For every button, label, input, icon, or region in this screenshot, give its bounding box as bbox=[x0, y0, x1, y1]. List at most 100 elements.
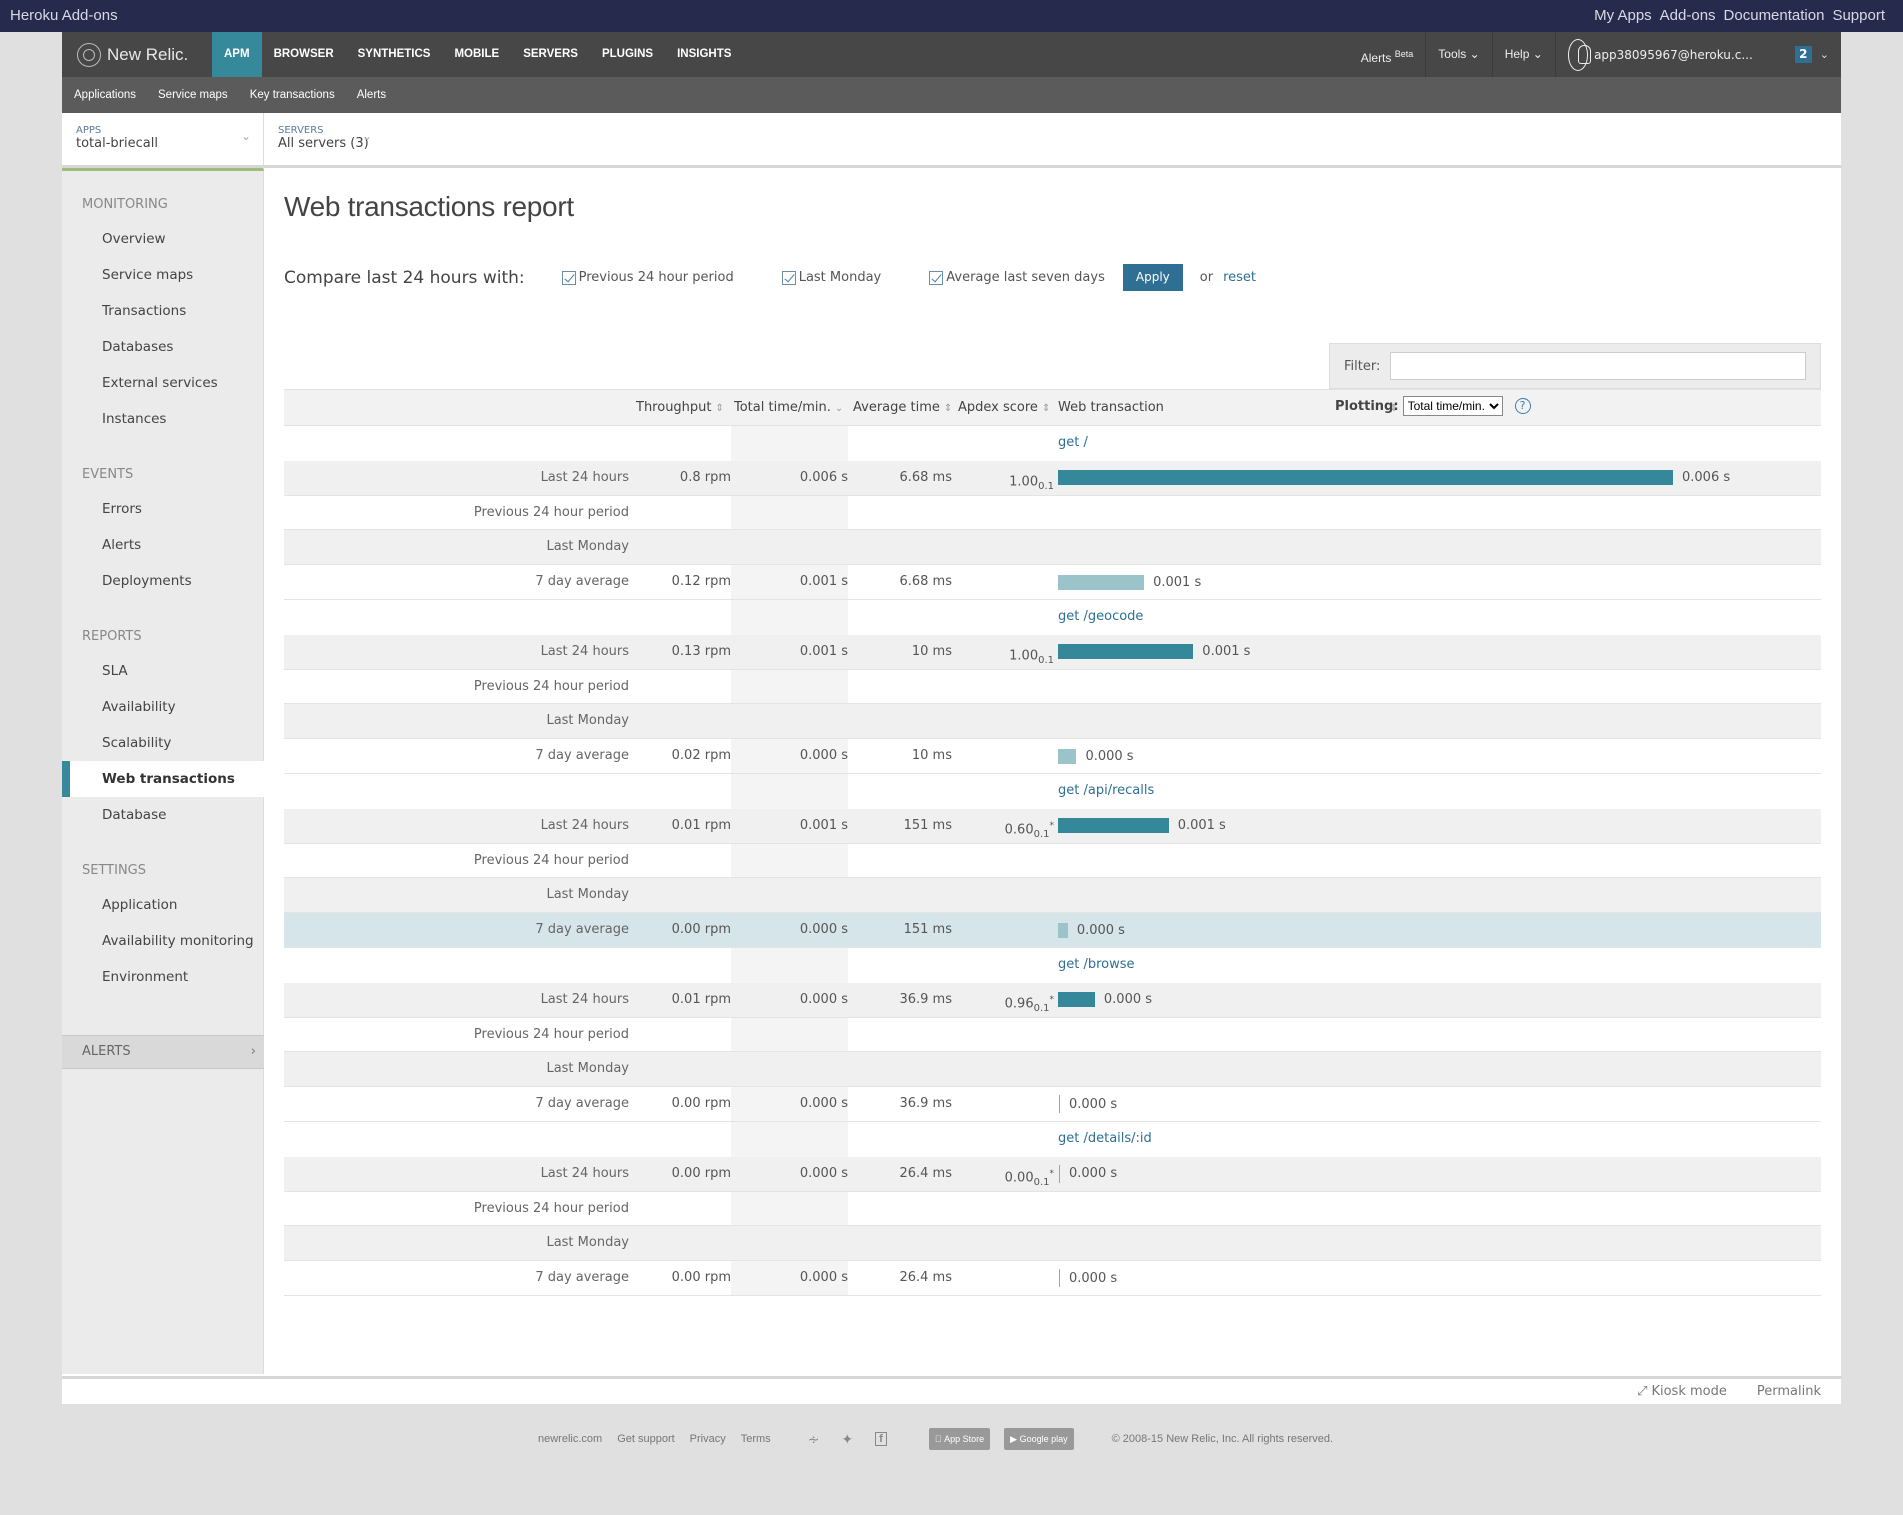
checkbox-checked-icon[interactable] bbox=[929, 270, 944, 285]
transaction-name-link[interactable]: get /api/recalls bbox=[1058, 774, 1154, 808]
table-row[interactable]: Last 24 hours 0.00 rpm 0.000 s 26.4 ms 0.000… bbox=[284, 1156, 1821, 1192]
apps-selector[interactable]: APPS total-briecall ⌄ bbox=[62, 113, 264, 171]
filter-input[interactable] bbox=[1390, 352, 1806, 380]
period-label: Previous 24 hour period bbox=[473, 504, 629, 520]
table-row[interactable]: 7 day average 0.00 rpm 0.000 s 151 ms 0.000 … bbox=[284, 913, 1821, 948]
subnav-service-maps[interactable]: Service maps bbox=[158, 89, 228, 101]
sidebar-item-instances[interactable]: Instances bbox=[62, 401, 264, 437]
table-row[interactable]: 7 day average 0.02 rpm 0.000 s 10 ms 0.000 s bbox=[284, 739, 1821, 774]
tab-insights[interactable]: INSIGHTS bbox=[665, 32, 743, 77]
footer-link-newrelic[interactable]: newrelic.com bbox=[538, 1433, 602, 1445]
table-row[interactable]: Last Monday bbox=[284, 704, 1821, 740]
sidebar-item-deployments[interactable]: Deployments bbox=[62, 563, 264, 599]
account-chevron-down-icon[interactable]: ⌄ bbox=[1812, 48, 1841, 61]
tools-menu[interactable]: Tools ⌄ bbox=[1425, 32, 1491, 77]
plot-bar-label: 0.000 s bbox=[1103, 992, 1153, 1008]
tab-servers[interactable]: SERVERS bbox=[511, 32, 590, 77]
checkbox-checked-icon[interactable] bbox=[781, 270, 796, 285]
transaction-name-link[interactable]: get /browse bbox=[1058, 948, 1135, 982]
checkbox-average-seven-days[interactable]: Average last seven days bbox=[929, 270, 1105, 285]
sidebar-item-web-transactions[interactable]: Web transactions bbox=[62, 761, 264, 797]
transaction-group-row: get /details/:id bbox=[284, 1122, 1821, 1157]
heroku-link-documentation[interactable]: Documentation bbox=[1724, 7, 1825, 24]
sidebar-item-databases[interactable]: Databases bbox=[62, 329, 264, 365]
reset-link[interactable]: reset bbox=[1223, 270, 1256, 285]
checkbox-checked-icon[interactable] bbox=[561, 270, 576, 285]
heroku-title[interactable]: Heroku Add-ons bbox=[10, 7, 118, 24]
footer-link-privacy[interactable]: Privacy bbox=[690, 1433, 726, 1445]
table-row[interactable]: Last 24 hours 0.13 rpm 0.001 s 10 ms 1.000.1… bbox=[284, 634, 1821, 670]
google-play-badge[interactable]: ▶ Google play bbox=[1003, 1428, 1074, 1450]
twitter-icon[interactable]: ✦ bbox=[841, 1431, 853, 1448]
servers-selector[interactable]: SERVERS All servers (3) ⌄ bbox=[264, 113, 464, 168]
table-row[interactable]: Previous 24 hour period bbox=[284, 1192, 1821, 1227]
table-row[interactable]: Last Monday bbox=[284, 1052, 1821, 1088]
sidebar-item-transactions[interactable]: Transactions bbox=[62, 293, 264, 329]
column-web-transaction[interactable]: Web transaction bbox=[1058, 400, 1164, 415]
transaction-name-link[interactable]: get / bbox=[1058, 426, 1088, 460]
table-row[interactable]: Previous 24 hour period bbox=[284, 496, 1821, 531]
sidebar-alerts-panel[interactable]: ALERTS › bbox=[62, 1035, 264, 1069]
permalink-link[interactable]: Permalink bbox=[1757, 1384, 1821, 1399]
table-row[interactable]: Last Monday bbox=[284, 530, 1821, 566]
play-icon: ▶ bbox=[1003, 1433, 1017, 1444]
footer-link-get-support[interactable]: Get support bbox=[617, 1433, 674, 1445]
subnav-alerts[interactable]: Alerts bbox=[357, 89, 386, 101]
sidebar-item-scalability[interactable]: Scalability bbox=[62, 725, 264, 761]
sidebar-item-application[interactable]: Application bbox=[62, 887, 264, 923]
kiosk-mode-link[interactable]: ⤢ Kiosk mode bbox=[1637, 1384, 1727, 1399]
facebook-icon[interactable]: f bbox=[875, 1432, 887, 1446]
transaction-name-link[interactable]: get /details/:id bbox=[1058, 1122, 1152, 1156]
help-menu[interactable]: Help ⌄ bbox=[1491, 32, 1555, 77]
table-row[interactable]: Last 24 hours 0.01 rpm 0.001 s 151 ms 0.600.… bbox=[284, 808, 1821, 844]
checkbox-previous-24h[interactable]: Previous 24 hour period bbox=[561, 270, 734, 285]
column-apdex-score[interactable]: Apdex score ⇕ bbox=[958, 400, 1050, 415]
sidebar-item-database[interactable]: Database bbox=[62, 797, 264, 833]
alerts-link[interactable]: Alerts Beta bbox=[1349, 32, 1426, 77]
table-row[interactable]: Last 24 hours 0.8 rpm 0.006 s 6.68 ms 1.000.… bbox=[284, 460, 1821, 496]
column-average-time[interactable]: Average time ⇕ bbox=[853, 400, 952, 415]
sidebar-item-availability[interactable]: Availability bbox=[62, 689, 264, 725]
column-throughput[interactable]: Throughput ⇕ bbox=[636, 400, 724, 415]
table-row[interactable]: 7 day average 0.12 rpm 0.001 s 6.68 ms 0.001… bbox=[284, 565, 1821, 600]
sidebar-item-environment[interactable]: Environment bbox=[62, 959, 264, 995]
tab-browser[interactable]: BROWSER bbox=[262, 32, 346, 77]
tab-plugins[interactable]: PLUGINS bbox=[590, 32, 665, 77]
new-relic-logo[interactable]: New Relic. bbox=[77, 43, 188, 67]
user-menu[interactable]: app38095967@heroku.c... bbox=[1554, 32, 1765, 77]
table-row[interactable]: 7 day average 0.00 rpm 0.000 s 26.4 ms 0.000… bbox=[284, 1261, 1821, 1296]
table-row[interactable]: Last Monday bbox=[284, 1226, 1821, 1262]
tab-mobile[interactable]: MOBILE bbox=[442, 32, 511, 77]
heroku-link-add-ons[interactable]: Add-ons bbox=[1660, 7, 1716, 24]
table-row[interactable]: Previous 24 hour period bbox=[284, 670, 1821, 705]
plotting-select[interactable]: Total time/min. bbox=[1402, 396, 1503, 416]
subnav-applications[interactable]: Applications bbox=[74, 89, 136, 101]
sidebar-item-service-maps[interactable]: Service maps bbox=[62, 257, 264, 293]
sidebar-item-external-services[interactable]: External services bbox=[62, 365, 264, 401]
help-icon[interactable]: ? bbox=[1514, 398, 1531, 414]
app-store-badge[interactable]:  App Store bbox=[928, 1428, 991, 1450]
sidebar-item-alerts[interactable]: Alerts bbox=[62, 527, 264, 563]
table-row[interactable]: Previous 24 hour period bbox=[284, 844, 1821, 879]
footer-link-terms[interactable]: Terms bbox=[741, 1433, 771, 1445]
sidebar-item-overview[interactable]: Overview bbox=[62, 221, 264, 257]
table-row[interactable]: 7 day average 0.00 rpm 0.000 s 36.9 ms 0.000… bbox=[284, 1087, 1821, 1122]
tab-apm[interactable]: APM bbox=[212, 32, 262, 77]
heroku-link-my-apps[interactable]: My Apps bbox=[1594, 7, 1652, 24]
checkbox-last-monday[interactable]: Last Monday bbox=[781, 270, 881, 285]
table-row[interactable]: Last 24 hours 0.01 rpm 0.000 s 36.9 ms 0.960… bbox=[284, 982, 1821, 1018]
sidebar-item-sla[interactable]: SLA bbox=[62, 653, 264, 689]
table-row[interactable]: Last Monday bbox=[284, 878, 1821, 914]
column-total-time[interactable]: Total time/min. ⌄ bbox=[734, 400, 843, 415]
table-row[interactable]: Previous 24 hour period bbox=[284, 1018, 1821, 1053]
table-body: get / Last 24 hours 0.8 rpm 0.006 s 6.68 ms 1… bbox=[284, 426, 1821, 1296]
rss-icon[interactable]: ∻ bbox=[808, 1431, 820, 1448]
notification-badge[interactable]: 2 bbox=[1794, 46, 1812, 63]
sidebar-item-availability-monitoring[interactable]: Availability monitoring bbox=[62, 923, 264, 959]
tab-synthetics[interactable]: SYNTHETICS bbox=[346, 32, 443, 77]
transaction-name-link[interactable]: get /geocode bbox=[1058, 600, 1143, 634]
heroku-link-support[interactable]: Support bbox=[1832, 7, 1885, 24]
apply-button[interactable]: Apply bbox=[1122, 264, 1183, 291]
sidebar-item-errors[interactable]: Errors bbox=[62, 491, 264, 527]
subnav-key-transactions[interactable]: Key transactions bbox=[250, 89, 335, 101]
